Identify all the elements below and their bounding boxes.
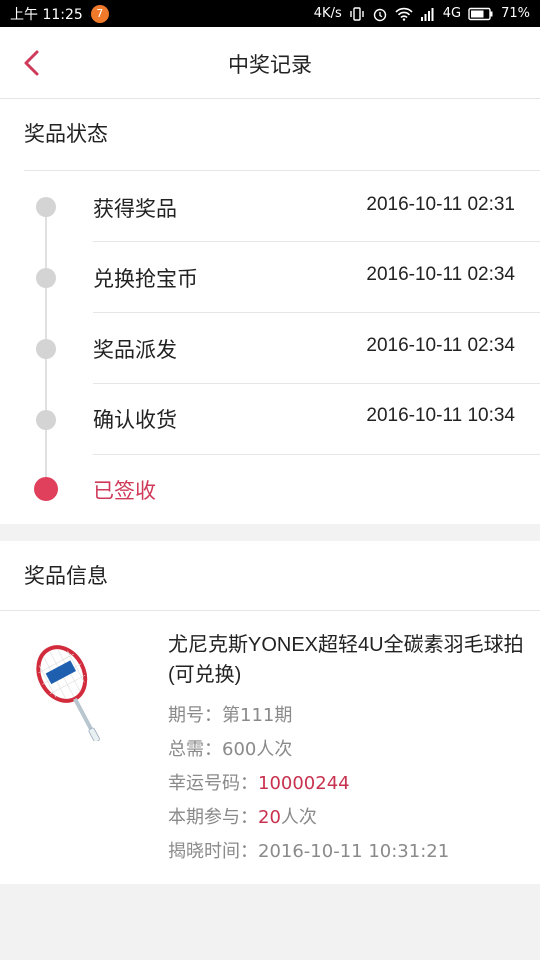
product-name[interactable]: 尤尼克斯YONEX超轻4U全碳素羽毛球拍(可兑换): [168, 630, 528, 690]
total-value: 600人次: [222, 739, 293, 760]
signal-icon: [420, 7, 436, 21]
timeline-step: 奖品派发 2016-10-11 02:34: [0, 313, 540, 384]
app-notification-icon: 7: [90, 4, 109, 23]
network-type: 4G: [442, 6, 462, 21]
page-title: 中奖记录: [228, 53, 312, 77]
step-label: 兑换抢宝币: [93, 267, 198, 291]
total-row: 总需：600人次: [168, 735, 292, 761]
step-dot: [36, 197, 56, 217]
status-bar: 上午 11:25 7 4K/s 4G 71%: [0, 0, 540, 27]
network-speed: 4K/s: [313, 6, 342, 21]
app-header: 中奖记录: [0, 27, 540, 99]
step-label-current: 已签收: [93, 479, 156, 503]
prize-status-card: 奖品状态 获得奖品 2016-10-11 02:31 兑换抢宝币 2016-10…: [0, 99, 540, 524]
reveal-time-value: 2016-10-11 10:31:21: [258, 841, 450, 862]
timeline-step-current: 已签收: [0, 455, 540, 526]
participation-count: 20: [258, 807, 281, 828]
reveal-time-label: 揭晓时间：: [168, 841, 258, 862]
step-dot: [36, 410, 56, 430]
timeline-step: 获得奖品 2016-10-11 02:31: [0, 171, 540, 242]
issue-value: 第111期: [222, 705, 293, 726]
prize-info-title: 奖品信息: [0, 541, 540, 611]
step-label: 确认收货: [93, 408, 177, 432]
timeline-step: 确认收货 2016-10-11 10:34: [0, 384, 540, 455]
battery-percent: 71%: [501, 6, 530, 21]
step-dot: [36, 339, 56, 359]
issue-label: 期号：: [168, 705, 222, 726]
lucky-number-value: 10000244: [258, 773, 350, 794]
vibrate-icon: [349, 6, 365, 22]
step-label: 奖品派发: [93, 338, 177, 362]
step-time: 2016-10-11 10:34: [366, 405, 515, 426]
reveal-time-row: 揭晓时间：2016-10-11 10:31:21: [168, 837, 449, 863]
current-step-dot: [34, 477, 58, 501]
lucky-number-row: 幸运号码：10000244: [168, 769, 350, 795]
badminton-racket-icon: [36, 645, 100, 743]
timeline-step: 兑换抢宝币 2016-10-11 02:34: [0, 242, 540, 313]
prize-status-title: 奖品状态: [24, 122, 108, 146]
battery-icon: [468, 7, 494, 21]
issue-row: 期号：第111期: [168, 701, 292, 727]
step-time: 2016-10-11 02:31: [366, 194, 515, 215]
participation-label: 本期参与：: [168, 807, 258, 828]
wifi-icon: [395, 7, 413, 21]
step-time: 2016-10-11 02:34: [366, 335, 515, 356]
status-time: 上午 11:25: [10, 6, 83, 23]
product-image[interactable]: [28, 641, 148, 743]
participation-row: 本期参与：20人次: [168, 803, 317, 829]
step-time: 2016-10-11 02:34: [366, 264, 515, 285]
prize-info-card: 奖品信息 尤尼克斯YONEX超轻4U全碳素羽毛球拍(可兑换) 期号：第111期: [0, 541, 540, 884]
lucky-number-label: 幸运号码：: [168, 773, 258, 794]
participation-unit: 人次: [280, 807, 317, 828]
total-label: 总需：: [168, 739, 222, 760]
step-dot: [36, 268, 56, 288]
step-label: 获得奖品: [93, 197, 177, 221]
alarm-icon: [372, 6, 388, 22]
